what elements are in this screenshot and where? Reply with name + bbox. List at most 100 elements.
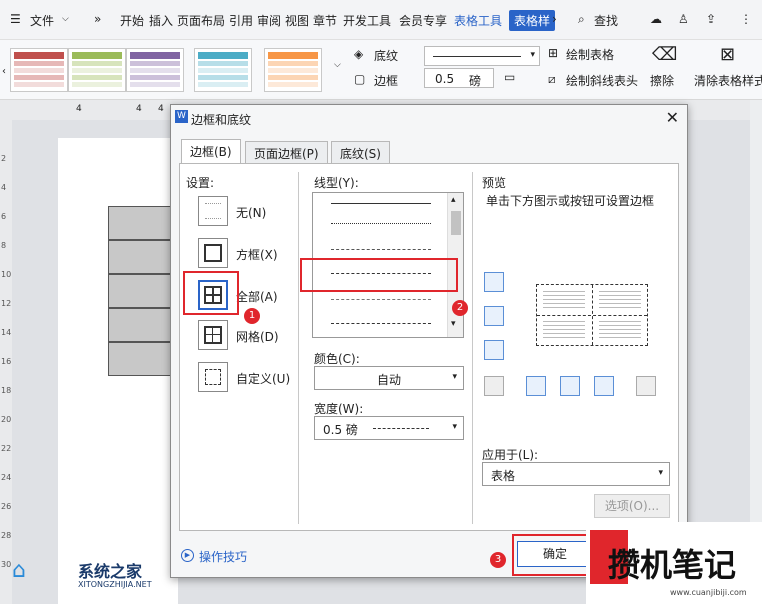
table-style-swatch-teal[interactable] (194, 48, 252, 92)
setting-none-icon[interactable] (198, 196, 228, 226)
tab-page-border[interactable]: 页面边框(P) (245, 141, 328, 163)
styles-expand-icon[interactable]: ⌵ (334, 60, 341, 70)
shading-button[interactable]: 底纹 (374, 47, 398, 64)
play-icon[interactable]: ▶ (181, 549, 194, 562)
border-color-icon[interactable]: ▭ (504, 70, 515, 84)
chevron-right-icon[interactable]: › (552, 12, 557, 26)
setting-custom[interactable]: 自定义(U) (236, 370, 290, 387)
eraser-icon[interactable]: ⌫ (652, 44, 677, 65)
settings-label: 设置: (186, 176, 215, 190)
tab-border[interactable]: 边框(B) (181, 139, 241, 164)
menu-layout[interactable]: 页面布局 (177, 12, 225, 29)
inside-v-border-icon[interactable] (560, 376, 580, 396)
tab-shading[interactable]: 底纹(S) (331, 141, 390, 163)
menu-member[interactable]: 会员专享 (399, 12, 447, 29)
ruler-mark: 12 (1, 299, 12, 308)
step-badge: 3 (490, 552, 506, 568)
ruler-mark: 22 (1, 444, 12, 453)
clear-style-icon[interactable]: ⊠ (720, 44, 735, 65)
ruler-mark: 16 (1, 357, 12, 366)
ruler-mark: 2 (1, 154, 7, 163)
setting-grid-icon[interactable] (198, 320, 228, 350)
menu-table-tools[interactable]: 表格工具 (454, 12, 502, 29)
line-option[interactable] (331, 299, 431, 300)
erase-button[interactable]: 擦除 (650, 72, 674, 89)
menu-insert[interactable]: 插入 (149, 12, 173, 29)
menu-view[interactable]: 视图 (285, 12, 309, 29)
divider (472, 172, 473, 524)
inside-h-border-icon[interactable] (484, 306, 504, 326)
top-border-icon[interactable] (484, 272, 504, 292)
menu-search[interactable]: 查找 (594, 12, 618, 29)
menu-references[interactable]: 引用 (229, 12, 253, 29)
table-style-swatch-purple[interactable] (126, 48, 184, 92)
menu-home[interactable]: 开始 (120, 12, 144, 29)
menu-chapter[interactable]: 章节 (313, 12, 337, 29)
line-style-select[interactable]: ▾ (424, 46, 540, 66)
draw-diagonal-icon[interactable]: ⧄ (548, 72, 556, 87)
setting-box-icon[interactable] (198, 238, 228, 268)
ruler-mark: 24 (1, 473, 12, 482)
menu-devtools[interactable]: 开发工具 (343, 12, 391, 29)
width-label: 宽度(W): (314, 402, 364, 416)
more-icon[interactable]: » (94, 12, 101, 26)
apply-select[interactable]: 表格 ▾ (482, 462, 670, 486)
diagonal-up-icon[interactable] (484, 376, 504, 396)
border-panel: 设置: 无(N) 方框(X) 全部(A) 网格(D) 自定义(U) 线型(Y):… (179, 163, 679, 531)
draw-diagonal-button[interactable]: 绘制斜线表头 (566, 72, 638, 89)
cloud-icon[interactable]: ☁ (650, 12, 662, 26)
menu-table-style[interactable]: 表格样 (509, 10, 556, 31)
scroll-left-icon[interactable]: ‹ (2, 66, 6, 77)
scroll-up-icon[interactable]: ▴ (451, 195, 456, 205)
menu-review[interactable]: 审阅 (257, 12, 281, 29)
line-option[interactable] (331, 323, 431, 324)
right-border-icon[interactable] (594, 376, 614, 396)
width-select[interactable]: 0.5 磅 ▾ (314, 416, 464, 440)
preview-hint: 单击下方图示或按钮可设置边框 (486, 194, 655, 208)
shading-icon[interactable]: ◈ (354, 47, 363, 61)
bottom-border-icon[interactable] (484, 340, 504, 360)
line-option[interactable] (331, 249, 431, 250)
hamburger-icon[interactable]: ☰ (10, 12, 21, 26)
setting-none[interactable]: 无(N) (236, 204, 266, 221)
clear-style-button[interactable]: 清除表格样式 (694, 72, 762, 89)
table-style-swatch-orange[interactable] (264, 48, 322, 92)
dialog-title: 边框和底纹 (191, 113, 252, 127)
share-icon[interactable]: ⇪ (706, 12, 716, 26)
table-style-swatch-green[interactable] (68, 48, 126, 92)
step-badge: 1 (244, 308, 260, 324)
setting-box[interactable]: 方框(X) (236, 246, 278, 263)
draw-table-button[interactable]: 绘制表格 (566, 46, 614, 63)
close-icon[interactable]: ✕ (666, 108, 679, 127)
borders-shading-dialog: W 边框和底纹 ✕ 边框(B) 页面边框(P) 底纹(S) 设置: 无(N) 方… (170, 104, 688, 578)
table-style-swatch-red[interactable] (10, 48, 68, 92)
more-dots-icon[interactable]: ⋮ (740, 12, 752, 26)
line-style-label: 线型(Y): (314, 176, 359, 190)
ruler-mark: 28 (1, 531, 12, 540)
setting-custom-icon[interactable] (198, 362, 228, 392)
user-icon[interactable]: ♙ (678, 12, 689, 26)
options-button[interactable]: 选项(O)... (594, 494, 670, 518)
setting-grid[interactable]: 网格(D) (236, 328, 279, 345)
border-icon[interactable]: ▢ (354, 72, 365, 86)
watermark-left: ⌂ 系统之家 XITONGZHIJIA.NET (12, 558, 152, 589)
ruler-mark: 26 (1, 502, 12, 511)
preview-area[interactable] (536, 284, 648, 346)
draw-table-icon[interactable]: ⊞ (548, 46, 558, 60)
line-option[interactable] (331, 223, 431, 224)
scroll-down-icon[interactable]: ▾ (451, 319, 456, 329)
setting-all[interactable]: 全部(A) (236, 288, 278, 305)
highlight-line-style (300, 258, 458, 292)
search-icon[interactable]: ⌕ (578, 12, 585, 27)
line-width-select[interactable]: 0.5 磅 (424, 68, 494, 88)
border-button[interactable]: 边框 (374, 72, 398, 89)
menu-file[interactable]: 文件 (30, 12, 54, 29)
diagonal-down-icon[interactable] (636, 376, 656, 396)
line-option[interactable] (331, 203, 431, 204)
tips-link[interactable]: 操作技巧 (199, 548, 247, 565)
color-select[interactable]: 自动 ▾ (314, 366, 464, 390)
scrollbar[interactable] (750, 100, 762, 530)
chevron-down-icon[interactable]: ⌵ (62, 14, 69, 24)
watermark-right: 攒机笔记 www.cuanjibiji.com (586, 522, 762, 604)
left-border-icon[interactable] (526, 376, 546, 396)
